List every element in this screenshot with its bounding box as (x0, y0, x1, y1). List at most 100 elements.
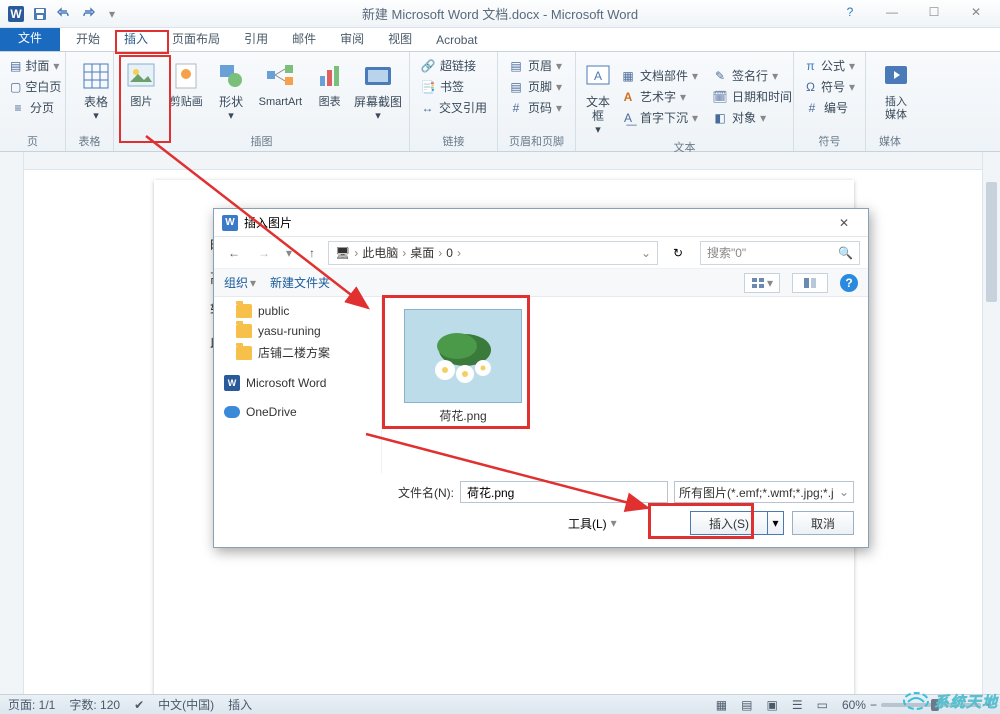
tab-view[interactable]: 视图 (376, 26, 424, 51)
crossref-button[interactable]: ↔交叉引用 (416, 98, 491, 117)
symbol-button[interactable]: Ω符号▾ (800, 77, 859, 96)
view-print-layout[interactable]: ▦ (716, 698, 727, 712)
scroll-thumb[interactable] (986, 182, 997, 302)
status-lang[interactable]: 中文(中国) (158, 696, 214, 713)
dialog-close-button[interactable]: ✕ (828, 213, 860, 233)
datetime-button[interactable]: 🗓日期和时间 (708, 87, 796, 106)
ribbon: ▤封面▾ ▢空白页 ≡分页 页 表格▾ 表格 图片 剪贴画 形状▾ SmartA… (0, 52, 1000, 152)
equation-button[interactable]: π公式▾ (800, 56, 859, 75)
dialog-body: public yasu-runing 店铺二楼方案 WMicrosoft Wor… (214, 297, 868, 473)
tools-button[interactable]: 工具(L)▾ (228, 515, 617, 532)
hyperlink-button[interactable]: 🔗超链接 (416, 56, 491, 75)
filename-input[interactable] (460, 481, 668, 503)
filetype-select[interactable]: 所有图片(*.emf;*.wmf;*.jpg;*.j⌄ (674, 481, 854, 503)
parts-button[interactable]: ▦文档部件▾ (616, 66, 702, 85)
tab-acrobat[interactable]: Acrobat (424, 29, 489, 51)
redo-button[interactable] (78, 4, 98, 24)
table-button[interactable]: 表格▾ (72, 56, 120, 123)
nav-forward-button[interactable]: → (252, 241, 276, 265)
view-web[interactable]: ▣ (766, 698, 777, 712)
nav-recent-button[interactable]: ▾ (282, 241, 296, 265)
undo-button[interactable] (54, 4, 74, 24)
shapes-button[interactable]: 形状▾ (210, 56, 253, 131)
status-page[interactable]: 页面: 1/1 (8, 696, 55, 713)
help-button[interactable]: ? (830, 0, 870, 24)
insert-split-button[interactable]: ▾ (768, 511, 784, 535)
footer-button[interactable]: ▤页脚▾ (504, 77, 569, 96)
breadcrumb-pc[interactable]: 此电脑 (362, 244, 398, 261)
media-button[interactable]: 插入 媒体 (872, 56, 920, 122)
nav-back-button[interactable]: ← (222, 241, 246, 265)
preview-pane-button[interactable] (792, 273, 828, 293)
insert-button[interactable]: 插入(S) (690, 511, 768, 535)
organize-button[interactable]: 组织▾ (224, 274, 256, 291)
status-words[interactable]: 字数: 120 (69, 696, 120, 713)
status-bar: 页面: 1/1 字数: 120 ✔ 中文(中国) 插入 ▦ ▤ ▣ ☰ ▭ 60… (0, 694, 1000, 714)
tab-file[interactable]: 文件 (0, 24, 60, 51)
dropcap-button[interactable]: A͟首字下沉▾ (616, 108, 702, 127)
help-icon[interactable]: ? (840, 274, 858, 292)
sidebar-item-yasu[interactable]: yasu-runing (214, 321, 381, 341)
screenshot-button[interactable]: 屏幕截图▾ (353, 56, 403, 131)
cover-page-button[interactable]: ▤封面▾ (6, 56, 59, 75)
chart-button[interactable]: 图表 (308, 56, 351, 131)
view-reading[interactable]: ▤ (741, 698, 752, 712)
breadcrumb-folder[interactable]: 0 (446, 246, 453, 260)
clipart-button[interactable]: 剪贴画 (165, 56, 208, 131)
qat-dropdown[interactable]: ▾ (102, 4, 122, 24)
dialog-file-pane[interactable]: 荷花.png (382, 297, 868, 473)
object-button[interactable]: ◧对象▾ (708, 108, 796, 127)
breadcrumb-desktop[interactable]: 桌面 (410, 244, 434, 261)
group-links: 🔗超链接 📑书签 ↔交叉引用 链接 (410, 52, 498, 151)
view-outline[interactable]: ☰ (792, 698, 803, 712)
vertical-ruler[interactable] (0, 152, 24, 694)
bookmark-button[interactable]: 📑书签 (416, 77, 491, 96)
maximize-button[interactable]: ☐ (914, 0, 954, 24)
newfolder-button[interactable]: 新建文件夹 (270, 274, 330, 291)
vertical-scrollbar[interactable] (982, 152, 1000, 694)
close-button[interactable]: ✕ (956, 0, 996, 24)
sidebar-item-shop[interactable]: 店铺二楼方案 (214, 341, 381, 364)
dialog-sidebar[interactable]: public yasu-runing 店铺二楼方案 WMicrosoft Wor… (214, 297, 382, 473)
view-mode-button[interactable]: ▾ (744, 273, 780, 293)
zoom-level[interactable]: 60% (842, 698, 866, 712)
tab-layout[interactable]: 页面布局 (160, 26, 232, 51)
status-mode[interactable]: 插入 (228, 696, 252, 713)
search-input[interactable]: 搜索"0" 🔍 (700, 241, 860, 265)
sidebar-item-public[interactable]: public (214, 301, 381, 321)
save-button[interactable] (30, 4, 50, 24)
textbox-button[interactable]: A文本框▾ (582, 56, 614, 137)
smartart-button[interactable]: SmartArt (254, 56, 306, 131)
page-break-button[interactable]: ≡分页 (6, 98, 59, 117)
tab-start[interactable]: 开始 (64, 26, 112, 51)
zoom-out-button[interactable]: − (870, 698, 877, 712)
number-button[interactable]: #编号 (800, 98, 859, 117)
watermark-text: 系统天地 (934, 691, 998, 712)
quick-access-toolbar: W ▾ (6, 4, 122, 24)
sidebar-item-word[interactable]: WMicrosoft Word (214, 372, 381, 394)
sidebar-item-onedrive[interactable]: OneDrive (214, 402, 381, 422)
blank-page-button[interactable]: ▢空白页 (6, 77, 59, 96)
sigline-button[interactable]: ✎签名行▾ (708, 66, 796, 85)
dialog-titlebar[interactable]: W 插入图片 ✕ (214, 209, 868, 237)
status-spellcheck-icon[interactable]: ✔ (134, 698, 144, 712)
nav-up-button[interactable]: ↑ (302, 243, 322, 263)
tab-review[interactable]: 审阅 (328, 26, 376, 51)
view-draft[interactable]: ▭ (817, 698, 828, 712)
word-icon: W (224, 375, 240, 391)
horizontal-ruler[interactable] (24, 152, 982, 170)
address-dropdown[interactable]: ⌄ (641, 246, 651, 260)
picture-button[interactable]: 图片 (120, 56, 163, 131)
group-text: A文本框▾ ▦文档部件▾ A艺术字▾ A͟首字下沉▾ ✎签名行▾ 🗓日期和时间 … (576, 52, 794, 151)
header-button[interactable]: ▤页眉▾ (504, 56, 569, 75)
cancel-button[interactable]: 取消 (792, 511, 854, 535)
tab-insert[interactable]: 插入 (112, 26, 160, 51)
minimize-button[interactable]: — (872, 0, 912, 24)
file-tile-lotus[interactable]: 荷花.png (398, 309, 528, 426)
tab-ref[interactable]: 引用 (232, 26, 280, 51)
tab-mail[interactable]: 邮件 (280, 26, 328, 51)
address-bar[interactable]: 🖥 › 此电脑 › 桌面 › 0 › ⌄ (328, 241, 658, 265)
refresh-button[interactable]: ↻ (666, 241, 690, 265)
wordart-button[interactable]: A艺术字▾ (616, 87, 702, 106)
pagenum-button[interactable]: #页码▾ (504, 98, 569, 117)
